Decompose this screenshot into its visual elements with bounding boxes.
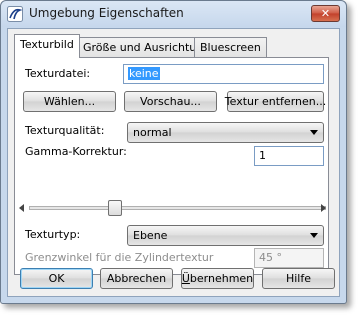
chevron-left-icon[interactable] <box>19 204 24 212</box>
chevron-down-icon <box>310 130 318 135</box>
texture-type-select[interactable]: Ebene <box>127 225 324 246</box>
texture-type-value: Ebene <box>133 229 168 242</box>
gamma-label: Gamma-Korrektur: <box>25 145 127 158</box>
preview-button-label: Vorschau... <box>140 95 201 108</box>
window-title: Umgebung Eigenschaften <box>29 6 184 20</box>
apply-mnemonic: Ü <box>181 272 190 285</box>
choose-button-label: Wählen... <box>43 95 96 108</box>
cancel-button-label: Abbrechen <box>106 272 167 285</box>
gamma-slider-thumb[interactable] <box>108 200 123 216</box>
properties-window: Umgebung Eigenschaften ✕ Texturbild Größ… <box>0 0 347 304</box>
texture-quality-label: Texturqualität: <box>25 124 105 137</box>
apply-label-rest: bernehmen <box>189 272 254 285</box>
tab-label: Größe und Ausrichtung <box>83 41 211 54</box>
title-bar[interactable]: Umgebung Eigenschaften ✕ <box>1 1 346 27</box>
cancel-button[interactable]: Abbrechen <box>100 268 173 289</box>
choose-button[interactable]: Wählen... <box>23 91 116 112</box>
chevron-right-icon[interactable] <box>321 204 326 212</box>
dialog-client-area: Texturbild Größe und Ausrichtung Bluescr… <box>7 28 340 297</box>
texture-quality-select[interactable]: normal <box>127 122 324 143</box>
tab-label: Bluescreen <box>200 41 261 54</box>
gamma-field[interactable]: 1 <box>254 146 324 166</box>
apply-button-label: Übernehmen <box>182 272 253 285</box>
gamma-value: 1 <box>259 149 266 162</box>
help-button[interactable]: Hilfe <box>262 268 335 289</box>
tab-label: Texturbild <box>20 38 74 51</box>
remove-texture-button-label: Textur entfernen... <box>224 95 327 108</box>
help-button-label: Hilfe <box>285 272 312 285</box>
app-swirl-icon <box>7 6 23 22</box>
ok-button[interactable]: OK <box>20 268 93 289</box>
chevron-down-icon <box>310 233 318 238</box>
close-icon: ✕ <box>320 7 331 20</box>
tab-texturbild[interactable]: Texturbild <box>14 34 80 58</box>
tab-panel-texturbild: Texturdatei: keine Wählen... Vorschau...… <box>14 57 329 275</box>
preview-button[interactable]: Vorschau... <box>124 91 217 112</box>
cylinder-angle-field[interactable]: 45 ° <box>254 248 324 268</box>
texture-type-label: Texturtyp: <box>25 228 81 241</box>
remove-texture-button[interactable]: Textur entfernen... <box>224 91 327 112</box>
texture-file-label: Texturdatei: <box>25 67 91 80</box>
tab-bluescreen[interactable]: Bluescreen <box>194 37 267 57</box>
cylinder-angle-label: Grenzwinkel für die Zylindertextur <box>25 251 214 264</box>
ok-button-label: OK <box>48 272 65 285</box>
texture-quality-value: normal <box>133 126 172 139</box>
close-button[interactable]: ✕ <box>311 5 340 22</box>
apply-button[interactable]: Übernehmen <box>181 268 254 289</box>
texture-file-field[interactable]: keine <box>123 64 324 84</box>
texture-file-value: keine <box>128 67 160 80</box>
cylinder-angle-value: 45 ° <box>259 251 282 264</box>
gamma-slider-track[interactable] <box>29 206 326 210</box>
